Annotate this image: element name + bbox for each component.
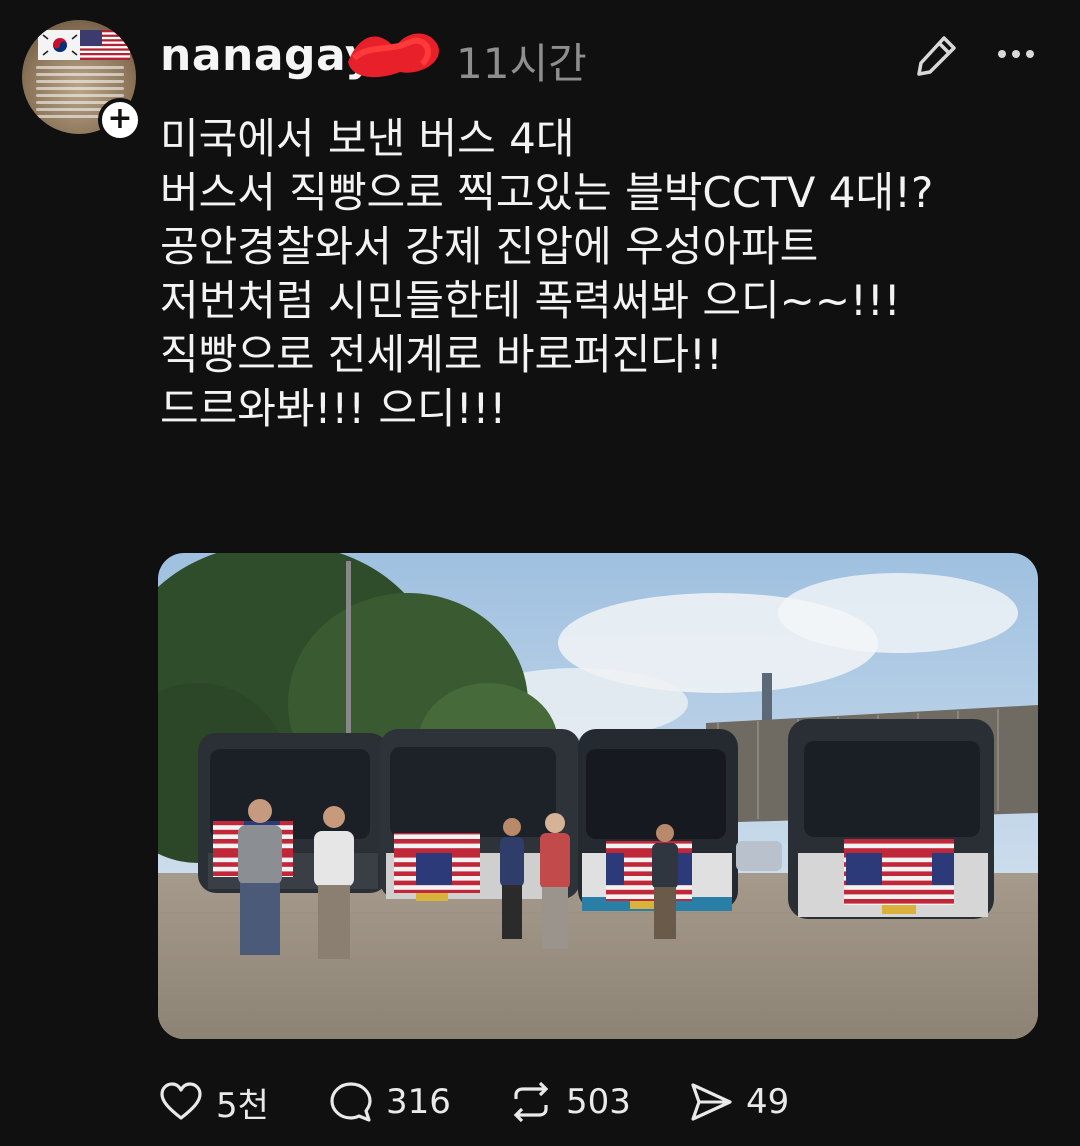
post-body: 미국에서 보낸 버스 4대 버스서 직빵으로 찍고있는 블박CCTV 4대!? … — [160, 112, 1050, 436]
korean-flag-icon — [38, 30, 82, 60]
plus-icon: + — [107, 101, 133, 136]
repost-count: 503 — [566, 1082, 631, 1122]
pencil-icon[interactable] — [914, 32, 960, 78]
post-line: 저번처럼 시민들한테 폭력써봐 으디~~!!! — [160, 276, 901, 325]
photo-buses-with-us-flags — [158, 553, 1038, 1039]
like-count: 5천 — [216, 1085, 269, 1126]
post-line: 공안경찰와서 강제 진압에 우성아파트 — [160, 222, 819, 271]
post-line: 미국에서 보낸 버스 4대 — [160, 114, 575, 163]
reply-button[interactable]: 316 — [328, 1070, 451, 1134]
send-icon — [691, 1083, 732, 1121]
repost-icon — [513, 1081, 549, 1123]
post-time: 11시간 — [456, 39, 587, 88]
follow-button[interactable]: + — [98, 98, 142, 142]
heart-icon — [160, 1082, 202, 1120]
like-button[interactable]: 5천 — [158, 1070, 269, 1134]
more-dots-icon[interactable] — [996, 36, 1036, 72]
post-line: 드르와봐!!! 으디!!! — [160, 384, 507, 433]
us-flag-icon — [80, 30, 130, 60]
post-line: 버스서 직빵으로 찍고있는 블박CCTV 4대!? — [160, 168, 934, 217]
post-photo[interactable] — [158, 553, 1038, 1039]
share-button[interactable]: 49 — [688, 1070, 789, 1134]
post-line: 직빵으로 전세계로 바로퍼진다!! — [160, 330, 723, 379]
repost-button[interactable]: 503 — [508, 1070, 631, 1134]
reply-count: 316 — [386, 1082, 451, 1122]
redaction-scribble — [348, 33, 439, 78]
action-bar: 5천 316 503 49 — [158, 1070, 1038, 1140]
share-count: 49 — [746, 1082, 790, 1122]
comment-icon — [330, 1082, 372, 1122]
